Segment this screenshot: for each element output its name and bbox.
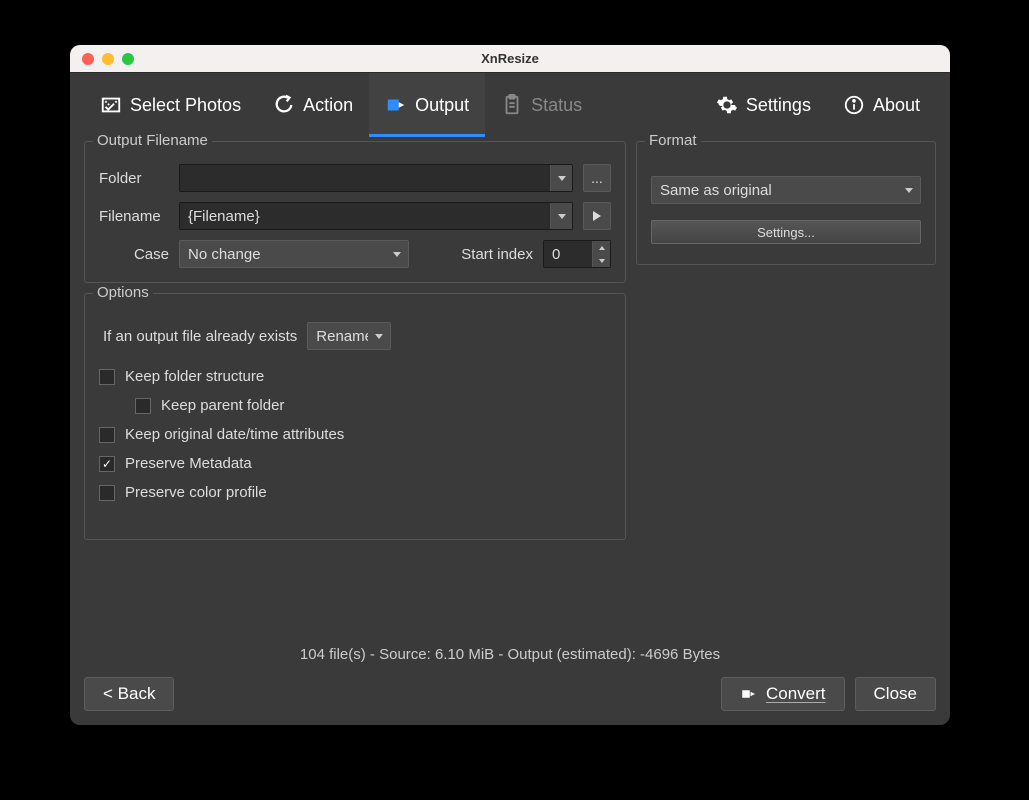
group-title: Output Filename xyxy=(93,132,212,149)
group-title: Options xyxy=(93,284,153,301)
output-filename-group: Output Filename Folder ... Filename {Fil… xyxy=(84,141,626,283)
tab-label: Settings xyxy=(746,95,811,116)
gear-icon xyxy=(716,94,738,116)
tab-about[interactable]: About xyxy=(827,73,936,137)
start-index-value: 0 xyxy=(552,246,560,263)
exists-value: Rename xyxy=(316,328,373,345)
browse-folder-button[interactable]: ... xyxy=(583,164,611,192)
format-settings-button[interactable]: Settings... xyxy=(651,220,921,244)
filename-label: Filename xyxy=(99,208,169,225)
chevron-down-icon xyxy=(550,203,572,229)
status-icon xyxy=(501,94,523,116)
keep-parent-folder-checkbox[interactable] xyxy=(135,398,151,414)
minimize-window-icon[interactable] xyxy=(102,53,114,65)
keep-folder-structure-checkbox[interactable] xyxy=(99,369,115,385)
tab-output[interactable]: Output xyxy=(369,73,485,137)
case-label: Case xyxy=(99,246,169,263)
app-window: XnResize Select Photos Action Output Sta… xyxy=(70,45,950,725)
keep-datetime-checkbox[interactable] xyxy=(99,427,115,443)
filename-combo[interactable]: {Filename} xyxy=(179,202,573,230)
close-window-icon[interactable] xyxy=(82,53,94,65)
footer: < Back Convert Close xyxy=(70,669,950,725)
tab-label: Status xyxy=(531,95,582,116)
filename-value: {Filename} xyxy=(188,208,260,225)
status-text: 104 file(s) - Source: 6.10 MiB - Output … xyxy=(70,636,950,669)
preserve-metadata-checkbox[interactable] xyxy=(99,456,115,472)
chevron-down-icon xyxy=(368,323,390,349)
close-button[interactable]: Close xyxy=(855,677,936,711)
output-icon xyxy=(385,94,407,116)
select-photos-icon xyxy=(100,94,122,116)
folder-label: Folder xyxy=(99,170,169,187)
stepper-up-icon[interactable] xyxy=(593,241,610,254)
titlebar: XnResize xyxy=(70,45,950,73)
format-value: Same as original xyxy=(660,182,772,199)
ellipsis-icon: ... xyxy=(591,170,603,186)
back-button[interactable]: < Back xyxy=(84,677,174,711)
stepper-down-icon[interactable] xyxy=(593,254,610,267)
content-area: Output Filename Folder ... Filename {Fil… xyxy=(70,137,950,636)
checkbox-label: Preserve color profile xyxy=(125,484,267,501)
window-title: XnResize xyxy=(70,51,950,66)
preserve-color-profile-checkbox[interactable] xyxy=(99,485,115,501)
tab-bar: Select Photos Action Output Status Sett xyxy=(70,73,950,137)
folder-combo[interactable] xyxy=(179,164,573,192)
start-index-spinner[interactable]: 0 xyxy=(543,240,611,268)
tab-label: Output xyxy=(415,95,469,116)
chevron-down-icon xyxy=(386,241,408,267)
chevron-down-icon xyxy=(898,177,920,203)
tab-status[interactable]: Status xyxy=(485,73,598,137)
group-title: Format xyxy=(645,132,701,149)
tab-settings[interactable]: Settings xyxy=(700,73,827,137)
exists-combo[interactable]: Rename xyxy=(307,322,391,350)
info-icon xyxy=(843,94,865,116)
tab-action[interactable]: Action xyxy=(257,73,369,137)
checkbox-label: Keep original date/time attributes xyxy=(125,426,344,443)
tab-label: Action xyxy=(303,95,353,116)
checkbox-label: Preserve Metadata xyxy=(125,455,252,472)
chevron-down-icon xyxy=(550,165,572,191)
maximize-window-icon[interactable] xyxy=(122,53,134,65)
format-group: Format Same as original Settings... xyxy=(636,141,936,265)
case-value: No change xyxy=(188,246,261,263)
tab-label: About xyxy=(873,95,920,116)
window-controls xyxy=(82,53,134,65)
options-group: Options If an output file already exists… xyxy=(84,293,626,540)
filename-token-button[interactable] xyxy=(583,202,611,230)
start-index-label: Start index xyxy=(461,246,533,263)
tab-select-photos[interactable]: Select Photos xyxy=(84,73,257,137)
case-combo[interactable]: No change xyxy=(179,240,409,268)
exists-label: If an output file already exists xyxy=(103,328,297,345)
convert-icon xyxy=(740,685,758,703)
action-icon xyxy=(273,94,295,116)
checkbox-label: Keep folder structure xyxy=(125,368,264,385)
checkbox-label: Keep parent folder xyxy=(161,397,284,414)
convert-button[interactable]: Convert xyxy=(721,677,845,711)
format-combo[interactable]: Same as original xyxy=(651,176,921,204)
tab-label: Select Photos xyxy=(130,95,241,116)
